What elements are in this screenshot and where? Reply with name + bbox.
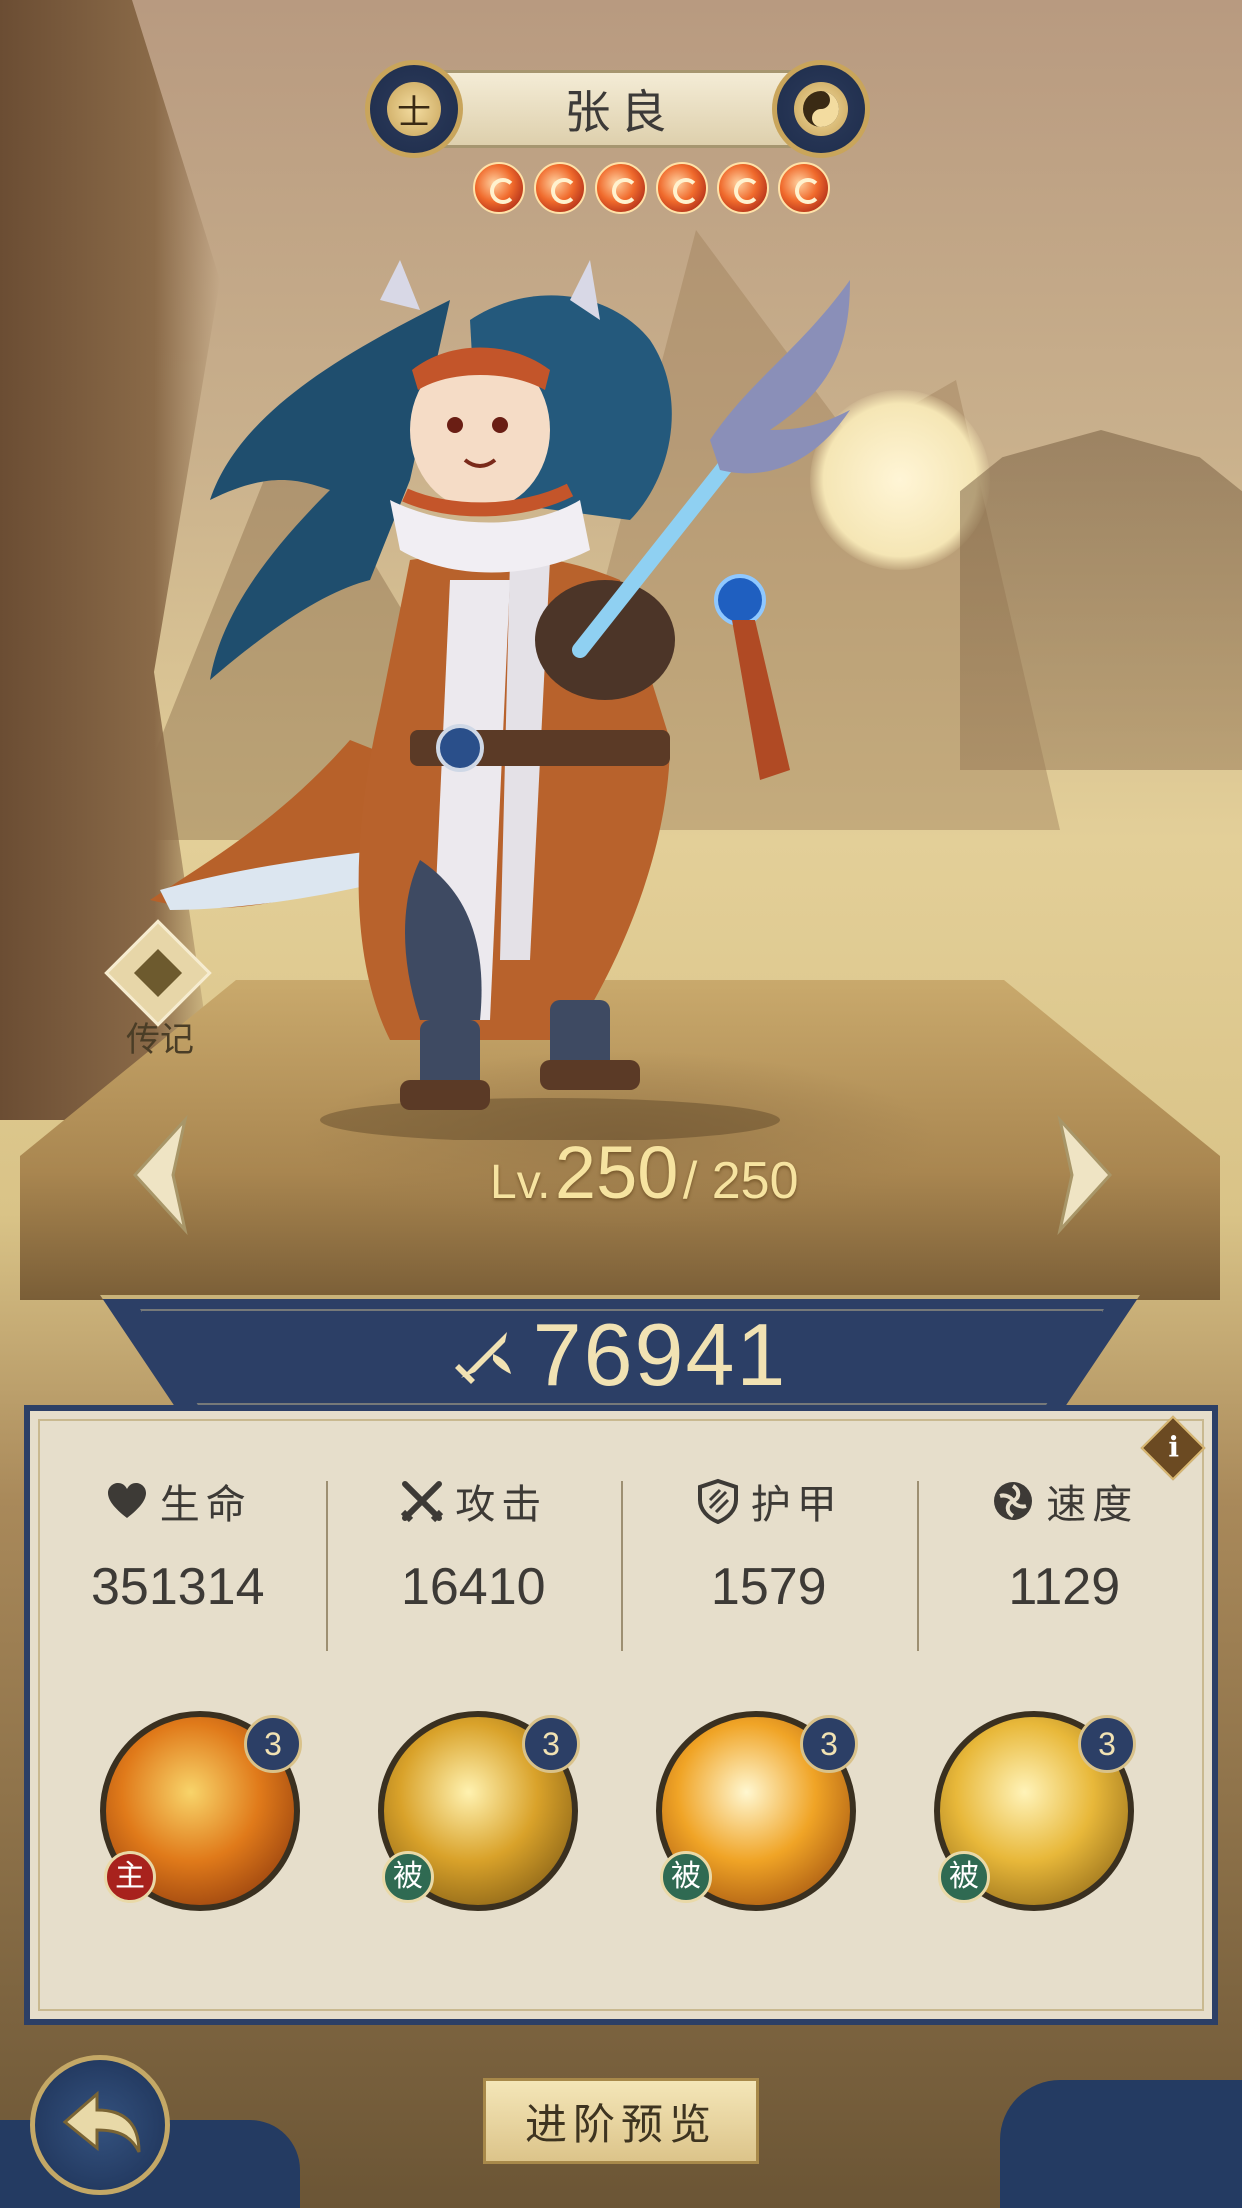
stat-head: 护甲	[695, 1471, 843, 1531]
passive-skill-tag: 被	[938, 1851, 990, 1903]
stat-value: 1579	[710, 1558, 827, 1616]
heart-icon	[107, 1483, 146, 1518]
stat-head: 攻击	[399, 1471, 547, 1531]
hero-name: 张良	[564, 85, 677, 139]
skill-level-badge: 3	[522, 1715, 580, 1773]
faction-icon: 士	[387, 82, 441, 136]
skill-level-badge: 3	[244, 1715, 302, 1773]
stats-panel: i 生命 351314 攻击 16410 护甲 1579 速度 1129 3 主…	[24, 1405, 1218, 2025]
level-max: / 250	[682, 1152, 799, 1210]
hero-character	[150, 260, 850, 1140]
hero-level: Lv. 250 / 250	[490, 1130, 799, 1215]
shield-icon	[697, 1478, 738, 1524]
stat-label: 速度	[1046, 1482, 1139, 1528]
back-arrow-icon	[62, 2090, 141, 2153]
stat-value: 351314	[90, 1558, 265, 1616]
stat-head: 速度	[990, 1471, 1138, 1531]
sword-power-icon	[454, 1332, 511, 1384]
skill-button[interactable]: 3主	[100, 1711, 302, 1911]
star-icon	[656, 162, 708, 214]
stat-row: 生命 351314 攻击 16410 护甲 1579 速度 1129	[30, 1471, 1212, 1681]
advance-preview-button[interactable]: 进阶预览	[483, 2078, 759, 2164]
palace	[960, 430, 1242, 770]
passive-skill-tag: 被	[382, 1851, 434, 1903]
star-rating	[473, 162, 830, 214]
yin-yang-icon	[794, 82, 848, 136]
crossed-swords-icon	[401, 1481, 444, 1523]
stat-head: 生命	[104, 1471, 252, 1531]
stat-hp: 生命 351314	[30, 1471, 326, 1681]
skill-level-badge: 3	[1078, 1715, 1136, 1773]
skill-row: 3主3被3被3被	[100, 1711, 1180, 1931]
skill-button[interactable]: 3被	[378, 1711, 580, 1911]
swirl-speed-icon	[994, 1482, 1033, 1520]
cloud-decoration	[1000, 2080, 1242, 2208]
combat-power-value: 76941	[532, 1305, 788, 1404]
stat-value: 1129	[1008, 1558, 1121, 1616]
level-current: 250	[554, 1131, 679, 1214]
star-icon	[534, 162, 586, 214]
advance-preview-label: 进阶预览	[524, 2099, 717, 2149]
level-prefix: Lv.	[490, 1156, 551, 1209]
stat-speed: 速度 1129	[916, 1471, 1213, 1681]
faction-badge[interactable]: 士	[365, 60, 463, 158]
hero-name-bar: 张良 士	[365, 60, 870, 158]
name-plate: 张良	[435, 70, 806, 148]
skill-level-badge: 3	[800, 1715, 858, 1773]
biography-button[interactable]: 传记	[100, 919, 220, 1060]
star-icon	[595, 162, 647, 214]
stat-label: 生命	[159, 1482, 252, 1528]
next-hero-arrow-icon[interactable]	[1050, 1115, 1120, 1235]
skill-button[interactable]: 3被	[656, 1711, 858, 1911]
stat-armor: 护甲 1579	[621, 1471, 917, 1681]
star-icon	[778, 162, 830, 214]
star-icon	[717, 162, 769, 214]
stat-attack: 攻击 16410	[325, 1471, 622, 1681]
active-skill-tag: 主	[104, 1851, 156, 1903]
stat-label: 攻击	[455, 1482, 548, 1528]
element-badge[interactable]	[772, 60, 870, 158]
previous-hero-arrow-icon[interactable]	[125, 1115, 195, 1235]
stat-value: 16410	[400, 1558, 546, 1616]
biography-label: 传记	[126, 1020, 194, 1060]
skill-button[interactable]: 3被	[934, 1711, 1136, 1911]
passive-skill-tag: 被	[660, 1851, 712, 1903]
stat-label: 护甲	[750, 1482, 843, 1528]
info-glyph: i	[1168, 1430, 1180, 1464]
back-button[interactable]	[30, 2055, 170, 2195]
scroll-icon	[104, 919, 212, 1027]
combat-power-banner: 76941	[100, 1295, 1140, 1419]
power-content: 76941	[100, 1295, 1140, 1415]
star-icon	[473, 162, 525, 214]
